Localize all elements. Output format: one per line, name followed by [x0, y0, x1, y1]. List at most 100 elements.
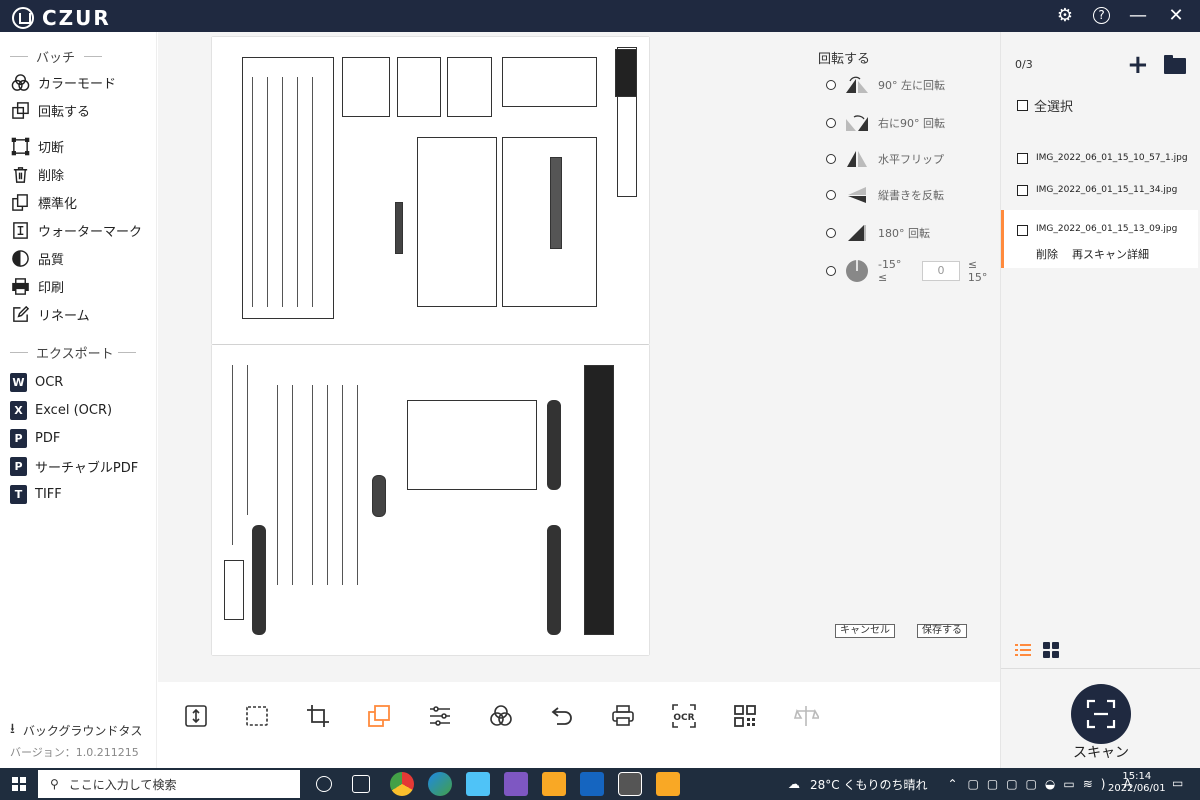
- radio-button[interactable]: [826, 80, 836, 90]
- file-name: IMG_2022_06_01_15_13_09.jpg: [1036, 224, 1178, 234]
- sidebar-item-watermark[interactable]: ウォーターマーク: [0, 216, 156, 244]
- option-label: 水平フリップ: [878, 153, 944, 166]
- logo-icon: [12, 7, 34, 29]
- sidebar-item-quality[interactable]: 品質: [0, 244, 156, 272]
- export-label: TIFF: [35, 486, 62, 502]
- grid-view-icon[interactable]: [1043, 642, 1059, 662]
- crop-tool-icon[interactable]: [304, 702, 332, 730]
- version-label: バージョン：1.0.211215: [10, 746, 139, 759]
- gear-icon[interactable]: ⚙: [1055, 5, 1075, 26]
- select-all[interactable]: 全選択: [1017, 96, 1073, 115]
- close-button[interactable]: ✕: [1166, 5, 1186, 26]
- rotate-panel: 回転する 90° 左に回転 右に90° 回転 水平フリップ 縦書きを反転 180…: [808, 32, 1000, 682]
- bottom-toolbar: OCR: [158, 682, 1000, 768]
- czur-taskbar-icon[interactable]: [618, 772, 642, 796]
- rotate-left-90-option[interactable]: 90° 左に回転: [826, 74, 945, 96]
- delete-link[interactable]: 削除: [1036, 246, 1058, 262]
- fit-height-icon[interactable]: [182, 702, 210, 730]
- app-icon[interactable]: [466, 772, 490, 796]
- weather-icon: ☁: [788, 777, 800, 791]
- save-button[interactable]: 保存する: [917, 624, 967, 638]
- qr-icon[interactable]: [731, 702, 759, 730]
- sidebar-item-rename[interactable]: リネーム: [0, 300, 156, 328]
- export-tiff[interactable]: T TIFF: [0, 480, 156, 508]
- notification-icon[interactable]: ▭: [1172, 776, 1183, 790]
- undo-icon[interactable]: [548, 702, 576, 730]
- file-explorer-icon[interactable]: [542, 772, 566, 796]
- chevron-up-icon[interactable]: ⌃: [947, 777, 957, 791]
- print-tool-icon[interactable]: [609, 702, 637, 730]
- checkbox[interactable]: [1017, 152, 1028, 164]
- preview-canvas[interactable]: [158, 32, 808, 682]
- sidebar-item-print[interactable]: 印刷: [0, 272, 156, 300]
- export-ocr[interactable]: W OCR: [0, 368, 156, 396]
- edge-icon[interactable]: [428, 772, 452, 796]
- add-icon[interactable]: +: [1127, 52, 1149, 78]
- document-page-top[interactable]: [212, 37, 649, 344]
- flip-vertical-option[interactable]: 縦書きを反転: [826, 184, 944, 206]
- export-pdf[interactable]: P PDF: [0, 424, 156, 452]
- checkbox[interactable]: [1017, 184, 1028, 196]
- document-page-bottom[interactable]: [212, 345, 649, 655]
- export-excel[interactable]: X Excel (OCR): [0, 396, 156, 424]
- sidebar-item-rotate[interactable]: 回転する: [0, 96, 156, 124]
- cortana-icon[interactable]: [316, 776, 332, 792]
- export-section-title: エクスポート: [0, 340, 156, 364]
- rotate-tool-icon[interactable]: [365, 702, 393, 730]
- folder-taskbar-icon[interactable]: [656, 772, 680, 796]
- list-view-icon[interactable]: [1015, 642, 1031, 662]
- sidebar-item-standardize[interactable]: 標準化: [0, 188, 156, 216]
- clock[interactable]: 15:14 2022/06/01: [1108, 771, 1166, 795]
- sidebar-item-color-mode[interactable]: カラーモード: [0, 68, 156, 96]
- radio-button[interactable]: [826, 266, 836, 276]
- tray-icons[interactable]: ▢▢▢▢◒▭≋): [968, 777, 1114, 791]
- download-icon: ⭳: [10, 721, 15, 737]
- rotate-right-90-option[interactable]: 右に90° 回転: [826, 112, 945, 134]
- minimize-button[interactable]: —: [1128, 5, 1148, 26]
- windows-start-icon[interactable]: [12, 777, 26, 791]
- radio-button[interactable]: [826, 154, 836, 164]
- weather-label[interactable]: 28°C くもりのち晴れ: [810, 776, 927, 793]
- windows-taskbar: ⚲ ここに入力して検索 ☁ 28°C くもりのち晴れ ⌃ ▢▢▢▢◒▭≋) A …: [0, 768, 1200, 800]
- details-link[interactable]: 詳細: [1127, 246, 1149, 262]
- ocr-icon[interactable]: OCR: [670, 702, 698, 730]
- file-item[interactable]: IMG_2022_06_01_15_11_34.jpg: [1001, 176, 1198, 204]
- sidebar-item-delete[interactable]: 削除: [0, 160, 156, 188]
- option-label: 90° 左に回転: [878, 79, 945, 92]
- help-icon[interactable]: ?: [1093, 7, 1110, 24]
- radio-button[interactable]: [826, 228, 836, 238]
- angle-min-label: -15° ≤: [877, 258, 902, 284]
- rotate-180-option[interactable]: 180° 回転: [826, 222, 930, 244]
- radio-button[interactable]: [826, 118, 836, 128]
- task-view-icon[interactable]: [352, 775, 370, 793]
- sidebar-item-label: カラーモード: [38, 76, 117, 92]
- checkbox[interactable]: [1017, 225, 1028, 236]
- taskbar-search[interactable]: ⚲ ここに入力して検索: [38, 770, 300, 798]
- file-item-selected[interactable]: IMG_2022_06_01_15_13_09.jpg 削除 再スキャン 詳細: [1001, 210, 1198, 268]
- rotate-panel-title: 回転する: [818, 52, 871, 67]
- batch-section-title: バッチ: [0, 44, 156, 68]
- radio-button[interactable]: [826, 190, 836, 200]
- sidebar-item-label: 回転する: [38, 104, 91, 120]
- custom-angle-option[interactable]: -15° ≤ 0 ≤ 15°: [826, 258, 1000, 284]
- folder-icon[interactable]: [1164, 55, 1186, 74]
- tiff-icon: T: [10, 484, 27, 504]
- rescan-link[interactable]: 再スキャン: [1072, 246, 1127, 262]
- sidebar-item-crop[interactable]: 切断: [0, 132, 156, 160]
- cancel-button[interactable]: キャンセル: [835, 624, 895, 638]
- background-tasks[interactable]: ⭳ バックグラウンドタス: [10, 718, 150, 742]
- onenote-icon[interactable]: [504, 772, 528, 796]
- scan-button[interactable]: [1071, 684, 1131, 744]
- chrome-icon[interactable]: [390, 772, 414, 796]
- measure-icon[interactable]: [792, 702, 820, 730]
- adjust-icon[interactable]: [426, 702, 454, 730]
- file-item[interactable]: IMG_2022_06_01_15_10_57_1.jpg: [1001, 144, 1198, 172]
- flip-horizontal-option[interactable]: 水平フリップ: [826, 148, 944, 170]
- angle-input[interactable]: 0: [922, 261, 960, 281]
- watermark-icon: [10, 220, 30, 240]
- color-icon[interactable]: [487, 702, 515, 730]
- photos-icon[interactable]: [580, 772, 604, 796]
- select-area-icon[interactable]: [243, 702, 271, 730]
- checkbox[interactable]: [1017, 100, 1028, 111]
- export-searchable-pdf[interactable]: P サーチャブルPDF: [0, 452, 156, 480]
